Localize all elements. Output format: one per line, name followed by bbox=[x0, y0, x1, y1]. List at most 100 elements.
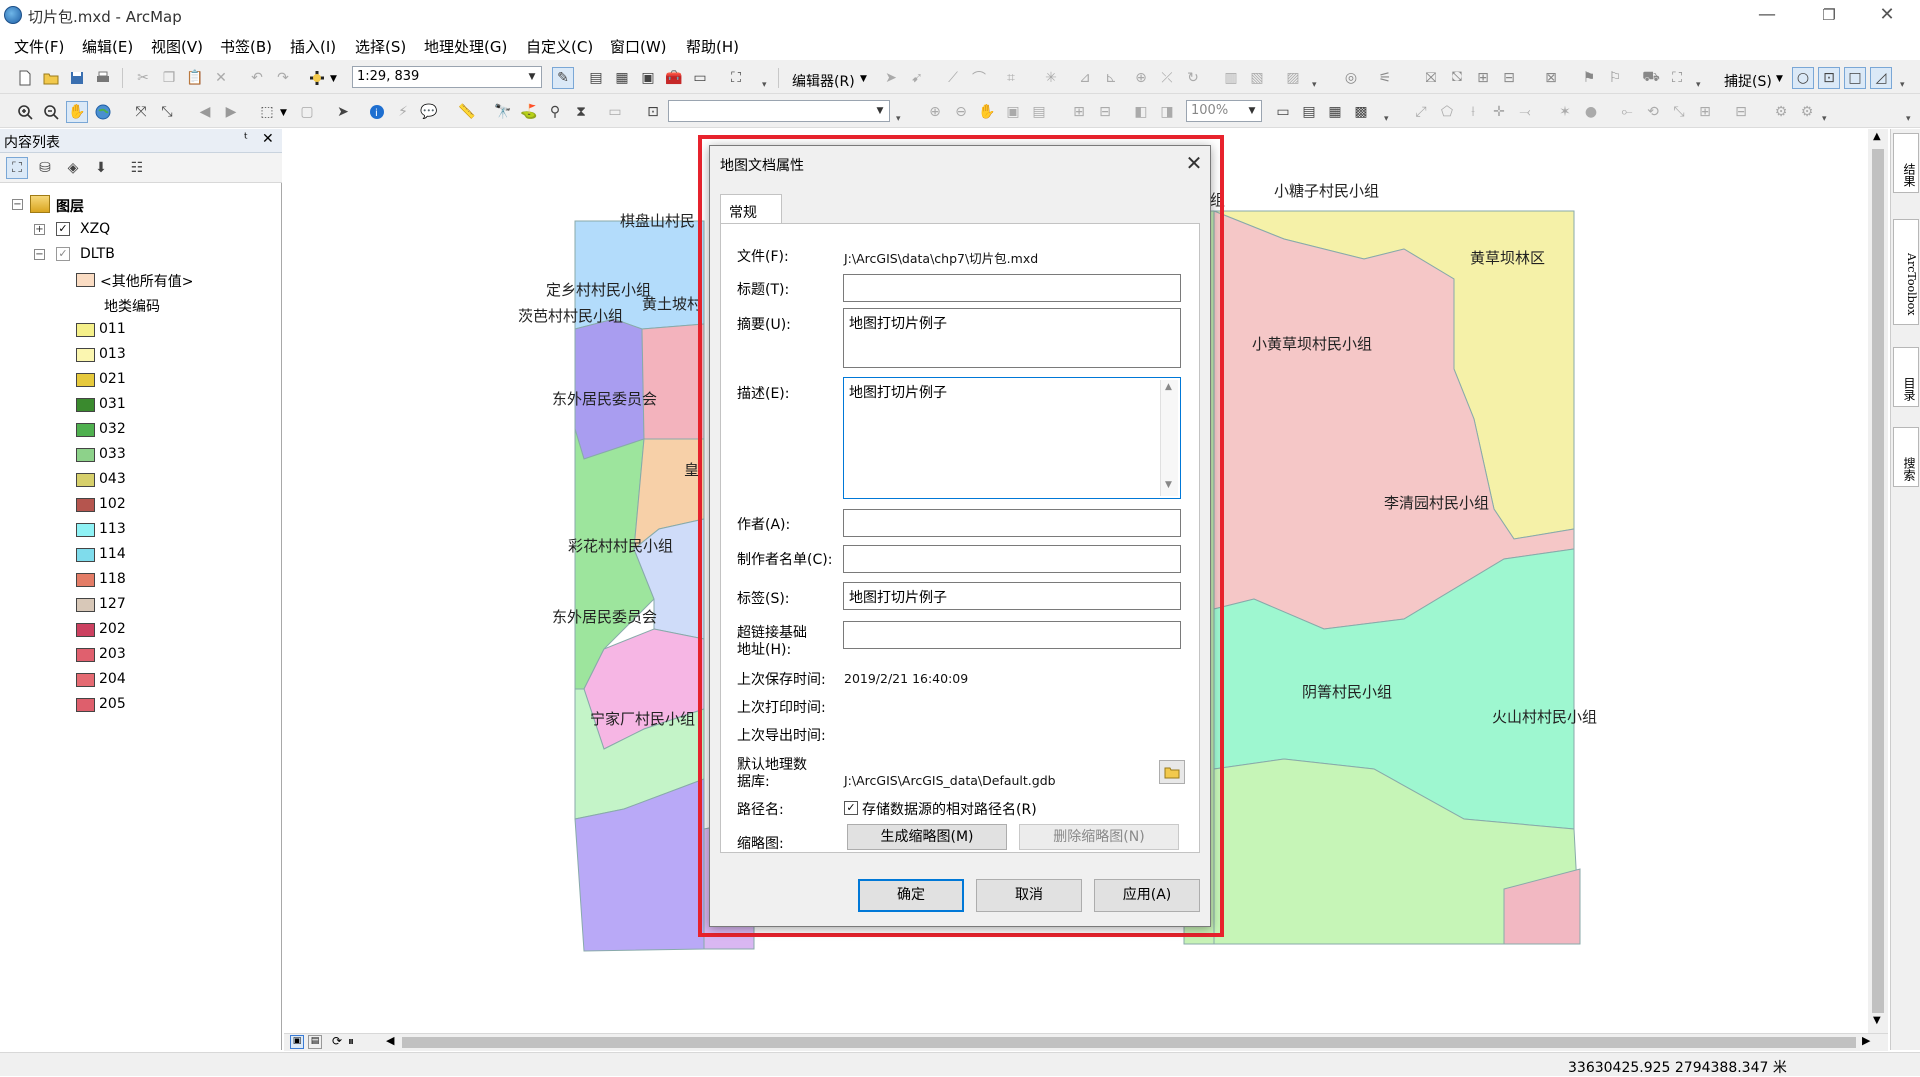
scroll-left-icon[interactable]: ◀ bbox=[386, 1034, 394, 1047]
dialog-close-button[interactable]: ✕ bbox=[1180, 149, 1208, 177]
print-icon[interactable] bbox=[92, 67, 114, 89]
generalize-icon[interactable]: ⚑ bbox=[1578, 67, 1600, 89]
data-driven-pages-icon[interactable]: ▩ bbox=[1350, 101, 1372, 123]
georeference-icon[interactable]: ⚟ bbox=[1374, 67, 1396, 89]
draw-polygon-icon[interactable]: ⬠ bbox=[1436, 101, 1458, 123]
undo-icon[interactable]: ↶ bbox=[246, 67, 268, 89]
pause-drawing-icon[interactable]: ⏸ bbox=[348, 1034, 354, 1049]
reshape-icon[interactable]: ⊾ bbox=[1100, 67, 1122, 89]
refresh-icon[interactable]: ⟳ bbox=[332, 1034, 342, 1048]
chevron-down-icon[interactable]: ▼ bbox=[330, 74, 337, 84]
menu-selection[interactable]: 选择(S) bbox=[355, 36, 406, 57]
description-field[interactable]: 地图打切片例子 ▲ ▼ bbox=[843, 377, 1181, 499]
focus-data-frame-icon[interactable]: ▤ bbox=[1298, 101, 1320, 123]
python-window-icon[interactable]: ▭ bbox=[689, 67, 711, 89]
toolbar-grip-icon[interactable]: ▾ bbox=[1384, 114, 1392, 124]
cut-polygons-icon[interactable]: ⊕ bbox=[1130, 67, 1152, 89]
pin-icon[interactable]: ᵗ bbox=[244, 131, 248, 147]
toolbar-grip-icon[interactable]: ▾ bbox=[1906, 114, 1914, 124]
menu-windows[interactable]: 窗口(W) bbox=[610, 36, 667, 57]
tags-field[interactable]: 地图打切片例子 bbox=[843, 582, 1181, 610]
zoom-percent-combo[interactable]: 100% ▼ bbox=[1186, 100, 1262, 122]
layer-visibility-checkbox[interactable]: ✓ bbox=[56, 247, 70, 261]
pan-hand-icon[interactable]: ✋ bbox=[66, 101, 88, 123]
endpoint-arc-icon[interactable]: ⌒ bbox=[968, 67, 990, 89]
cogo-icon[interactable]: ⛟ bbox=[1640, 67, 1662, 89]
full-extent-globe-icon[interactable] bbox=[92, 101, 114, 123]
hyperlink-icon[interactable]: ⚡ bbox=[392, 101, 414, 123]
select-features-icon[interactable]: ⬚ bbox=[256, 101, 278, 123]
scroll-thumb[interactable] bbox=[1872, 149, 1884, 1013]
layer-visibility-checkbox[interactable]: ✓ bbox=[56, 222, 70, 236]
menu-help[interactable]: 帮助(H) bbox=[686, 36, 739, 57]
find-route-icon[interactable]: ⛳ bbox=[518, 101, 540, 123]
editor-menu[interactable]: 编辑器(R) bbox=[792, 71, 855, 91]
delete-thumbnail-button[interactable]: 删除缩略图(N) bbox=[1019, 824, 1179, 850]
measure-icon[interactable]: 📏 bbox=[456, 101, 478, 123]
minimize-button[interactable]: — bbox=[1738, 0, 1796, 30]
paste-icon[interactable]: 📋 bbox=[184, 67, 206, 89]
change-layout-icon[interactable]: ▦ bbox=[1324, 101, 1346, 123]
georef-points-icon[interactable]: ✶ bbox=[1554, 101, 1576, 123]
data-view-icon[interactable]: ▣ bbox=[290, 1035, 304, 1049]
menu-insert[interactable]: 插入(I) bbox=[290, 36, 336, 57]
open-folder-icon[interactable] bbox=[40, 67, 62, 89]
end-snap-icon[interactable]: ⊡ bbox=[1818, 67, 1840, 89]
trace-icon[interactable]: ⌗ bbox=[1000, 67, 1022, 89]
chevron-down-icon[interactable]: ▼ bbox=[860, 74, 867, 84]
options-icon[interactable]: ☷ bbox=[126, 157, 148, 179]
redo-icon[interactable]: ↷ bbox=[272, 67, 294, 89]
scroll-up-icon[interactable]: ▲ bbox=[1165, 382, 1172, 392]
georef-rotate-icon[interactable]: ⟲ bbox=[1642, 101, 1664, 123]
toolbar-grip-icon[interactable]: ▾ bbox=[1822, 114, 1830, 124]
chevron-down-icon[interactable]: ▼ bbox=[1776, 74, 1783, 84]
split-icon[interactable]: ⤫ bbox=[1156, 67, 1178, 89]
layout-zoom-out-icon[interactable]: ⊖ bbox=[950, 101, 972, 123]
time-slider-icon[interactable]: ⧗ bbox=[570, 101, 592, 123]
zoom-whole-page-icon[interactable]: ▣ bbox=[1002, 101, 1024, 123]
line-intersection-icon[interactable]: ⊠ bbox=[1540, 67, 1562, 89]
hyperlink-base-field[interactable] bbox=[843, 621, 1181, 649]
save-icon[interactable] bbox=[66, 67, 88, 89]
toolbar-grip-icon[interactable]: ▾ bbox=[896, 114, 904, 124]
advanced-edit-icon[interactable]: ⛞ bbox=[1446, 67, 1468, 89]
next-extent-page-icon[interactable]: ◨ bbox=[1156, 101, 1178, 123]
restore-button[interactable]: ❐ bbox=[1800, 0, 1858, 30]
scroll-right-icon[interactable]: ▶ bbox=[1862, 1034, 1870, 1047]
editor-toolbar-icon[interactable]: ✎ bbox=[552, 67, 574, 89]
scroll-down-icon[interactable]: ▼ bbox=[1165, 480, 1172, 490]
snapping-menu[interactable]: 捕捉(S) bbox=[1724, 71, 1772, 91]
spatial-adjust-icon[interactable]: ⛝ bbox=[1420, 67, 1442, 89]
identify-info-icon[interactable]: i bbox=[366, 101, 388, 123]
results-tab[interactable]: 结果 bbox=[1893, 133, 1919, 193]
forward-arrow-icon[interactable]: ▶ bbox=[220, 101, 242, 123]
list-by-drawing-order-icon[interactable]: ⛶ bbox=[6, 157, 28, 179]
layout-pan-icon[interactable]: ✋ bbox=[976, 101, 998, 123]
swipe-icon[interactable]: ⊡ bbox=[642, 101, 664, 123]
fixed-zoom-in-icon[interactable]: ⤧ bbox=[130, 101, 152, 123]
make-thumbnail-button[interactable]: 生成缩略图(M) bbox=[847, 824, 1007, 850]
tab-general[interactable]: 常规 bbox=[720, 194, 782, 224]
layout-view-icon[interactable]: ▤ bbox=[308, 1035, 322, 1049]
find-binoculars-icon[interactable]: 🔭 bbox=[492, 101, 514, 123]
toolbar-grip-icon[interactable]: ▾ bbox=[1900, 80, 1908, 90]
list-by-source-icon[interactable]: ⛁ bbox=[34, 157, 56, 179]
description-scrollbar[interactable]: ▲ ▼ bbox=[1160, 380, 1178, 496]
georef-viewer-icon[interactable]: ⚙ bbox=[1770, 101, 1792, 123]
smooth-icon[interactable]: ⚐ bbox=[1604, 67, 1626, 89]
georef-scale-icon[interactable]: ⤡ bbox=[1668, 101, 1690, 123]
catalog-icon[interactable]: ▦ bbox=[611, 67, 633, 89]
go-to-xy-icon[interactable]: ⚲ bbox=[544, 101, 566, 123]
expand-icon[interactable]: + bbox=[34, 224, 45, 235]
chevron-down-icon[interactable]: ▼ bbox=[280, 108, 287, 118]
point-icon[interactable]: ✳ bbox=[1040, 67, 1062, 89]
fillet-icon[interactable]: ⊟ bbox=[1498, 67, 1520, 89]
back-arrow-icon[interactable]: ◀ bbox=[194, 101, 216, 123]
sketch-properties-icon[interactable]: ▧ bbox=[1246, 67, 1268, 89]
relative-paths-checkbox[interactable]: ✓ bbox=[844, 801, 858, 815]
georef-fit-icon[interactable]: ⚙ bbox=[1796, 101, 1818, 123]
title-field[interactable] bbox=[843, 274, 1181, 302]
toolbar-grip-icon[interactable]: ▾ bbox=[1696, 80, 1704, 90]
point-snap-icon[interactable]: ○ bbox=[1792, 67, 1814, 89]
zoom-100-icon[interactable]: ▤ bbox=[1028, 101, 1050, 123]
